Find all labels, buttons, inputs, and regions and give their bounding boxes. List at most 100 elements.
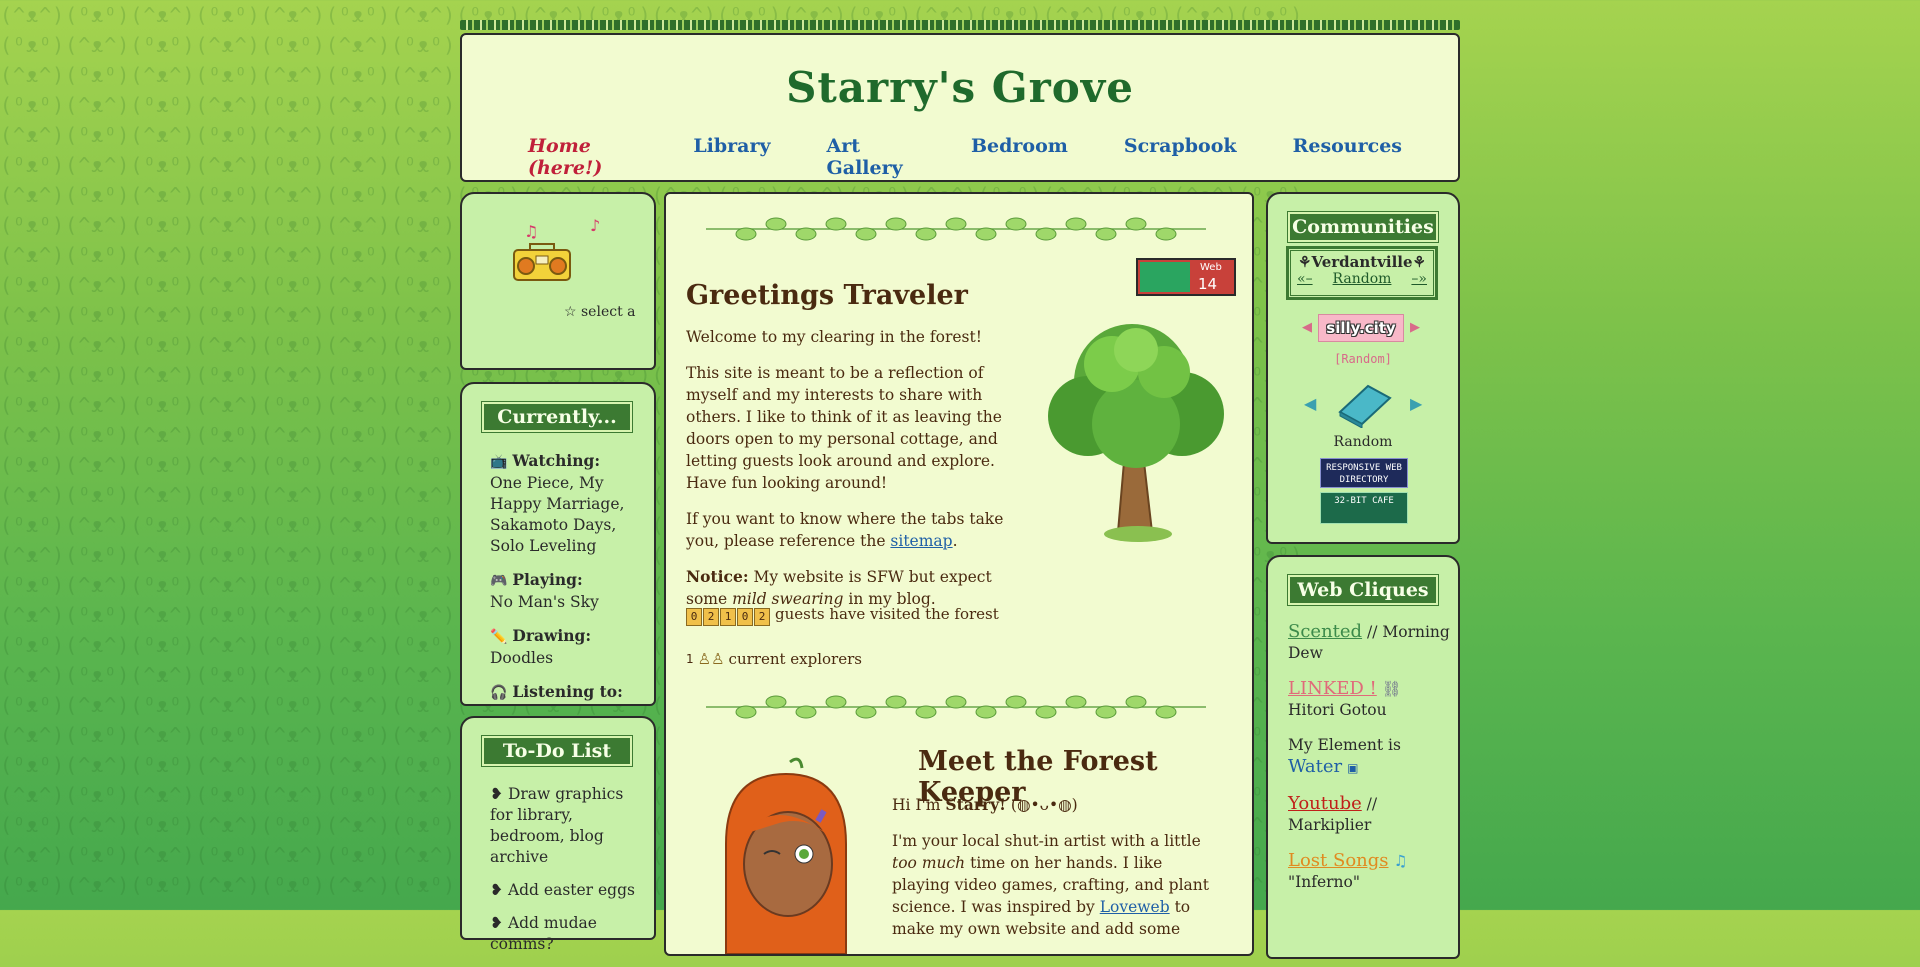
clique-item: LINKED ! ⛓ Hitori Gotou	[1288, 678, 1402, 719]
todo-title: To-Do List	[482, 736, 632, 766]
silly-city-button[interactable]: silly.city	[1318, 314, 1404, 342]
webbadge-number: 14	[1198, 275, 1218, 293]
explorer-text: current explorers	[728, 650, 862, 668]
greeting-p3: If you want to know where the tabs take …	[686, 510, 1004, 550]
music-select-text: ☆ select a	[564, 304, 636, 320]
nav-resources[interactable]: Resources	[1293, 135, 1402, 179]
pencil-icon: ✏️	[490, 629, 508, 645]
visitor-counter: 0 2 1 0 2 guests have visited the forest	[686, 602, 999, 626]
clique-linked-link[interactable]: LINKED !	[1288, 678, 1377, 699]
visitor-text: guests have visited the forest	[775, 605, 999, 623]
listening-label: Listening to:	[512, 682, 623, 701]
music-note-icon: ♫	[1393, 852, 1408, 870]
explorers-counter: 1 ♙♙ current explorers	[686, 650, 862, 668]
keeper-p2: I'm your local shut-in artist with a lit…	[892, 832, 1209, 938]
water-icon: ▣	[1347, 761, 1359, 775]
site-container: Starry's Grove Home (here!) Library Art …	[460, 0, 1460, 959]
loveweb-link[interactable]: Loveweb	[1100, 898, 1170, 916]
visitor-digits: 0 2 1 0 2	[686, 602, 771, 626]
currently-panel: Currently... 📺 Watching: One Piece, My H…	[460, 382, 656, 706]
drawing-value: Doodles	[490, 649, 554, 667]
currently-drawing: ✏️ Drawing: Doodles	[490, 625, 650, 669]
silly-next-icon[interactable]: ▶	[1410, 320, 1420, 335]
keeper-text: Hi I'm Starry! (◍•ᴗ•◍) I'm your local sh…	[892, 794, 1222, 954]
book-prev-icon[interactable]: ◀	[1304, 394, 1316, 413]
forest-keeper-avatar	[725, 757, 847, 954]
clique-item: Youtube // Markiplier	[1288, 793, 1378, 834]
site-title: Starry's Grove	[786, 63, 1134, 112]
nav-scrapbook[interactable]: Scrapbook	[1124, 135, 1237, 179]
silly-random-link[interactable]: [Random]	[1268, 352, 1458, 366]
verdantville-random[interactable]: Random	[1333, 271, 1392, 287]
responsive-web-directory-button[interactable]: RESPONSIVE WEB DIRECTORY	[1320, 458, 1408, 488]
clique-youtube-link[interactable]: Youtube	[1288, 793, 1362, 814]
nav-bedroom[interactable]: Bedroom	[971, 135, 1068, 179]
32bit-cafe-button[interactable]: 32-BIT CAFE	[1320, 492, 1408, 524]
clique-item: My Element is Water ▣	[1288, 736, 1401, 777]
web-cliques-panel: Web Cliques Scented // Morning Dew LINKE…	[1266, 555, 1460, 959]
greeting-p2: This site is meant to be a reflection of…	[686, 364, 1002, 492]
site-header: Starry's Grove Home (here!) Library Art …	[460, 33, 1460, 182]
todo-list: ❥ Draw graphics for library, bedroom, bl…	[490, 784, 645, 967]
boombox-icon[interactable]	[512, 242, 572, 282]
clique-item: Scented // Morning Dew	[1288, 621, 1450, 662]
book-random-link[interactable]: Random	[1268, 434, 1458, 450]
leaf-vine-divider	[706, 695, 1206, 719]
clique-scented-link[interactable]: Scented	[1288, 621, 1362, 642]
book-next-icon[interactable]: ▶	[1410, 394, 1422, 413]
music-note-icon: ♫	[524, 222, 539, 241]
explorer-icons: ♙♙	[697, 650, 725, 668]
verdantville-next[interactable]: –»	[1411, 271, 1427, 287]
watching-value: One Piece, My Happy Marriage, Sakamoto D…	[490, 474, 625, 555]
cliques-list: Scented // Morning Dew LINKED ! ⛓ Hitori…	[1288, 621, 1453, 907]
music-player-panel: ♫ ♪ ♪ ☆ select a	[460, 192, 656, 370]
todo-item: ❥ Add easter eggs	[490, 881, 635, 899]
bullet-icon: ❥	[490, 785, 503, 803]
counter-digit: 0	[737, 608, 753, 626]
webring-badge[interactable]: Web 14	[1136, 258, 1236, 296]
character-avatar-icon	[1140, 262, 1190, 292]
gamepad-icon: 🎮	[490, 573, 508, 589]
clique-lost-songs-link[interactable]: Lost Songs	[1288, 850, 1389, 871]
currently-list: 📺 Watching: One Piece, My Happy Marriage…	[490, 450, 650, 716]
bullet-icon: ❥	[490, 881, 503, 899]
communities-panel: Communities ⚘Verdantville⚘ «– Random –» …	[1266, 192, 1460, 544]
nav-home[interactable]: Home (here!)	[528, 135, 637, 179]
leaf-vine-divider	[706, 217, 1206, 241]
headphones-icon: 🎧	[490, 685, 508, 701]
todo-item: ❥ Add mudae comms?	[490, 914, 597, 953]
book-icon[interactable]	[1334, 382, 1394, 428]
currently-title: Currently...	[482, 402, 632, 432]
nav-library[interactable]: Library	[693, 135, 770, 179]
counter-digit: 2	[703, 608, 719, 626]
greeting-p1: Welcome to my clearing in the forest!	[686, 328, 982, 346]
currently-watching: 📺 Watching: One Piece, My Happy Marriage…	[490, 450, 650, 557]
currently-playing: 🎮 Playing: No Man's Sky	[490, 569, 650, 613]
watching-label: Watching:	[512, 451, 601, 470]
cliques-title: Web Cliques	[1288, 575, 1438, 605]
playing-label: Playing:	[512, 570, 583, 589]
currently-listening: 🎧 Listening to:	[490, 681, 650, 704]
music-note-icon: ♪	[590, 216, 601, 235]
counter-digit: 2	[754, 608, 770, 626]
explorer-count: 1	[686, 652, 694, 666]
sitemap-link[interactable]: sitemap	[890, 532, 952, 550]
nav-art-gallery[interactable]: Art Gallery	[827, 135, 915, 179]
bullet-icon: ❥	[490, 914, 503, 932]
todo-item: ❥ Draw graphics for library, bedroom, bl…	[490, 785, 624, 866]
paperclip-icon: ⛓	[1381, 680, 1402, 698]
decorative-border	[460, 20, 1460, 30]
playing-value: No Man's Sky	[490, 593, 599, 611]
webbadge-label: Web	[1200, 262, 1222, 273]
main-content: Web 14 Greetings Traveler Welcome to my …	[664, 192, 1254, 956]
clique-item: Lost Songs ♫ "Inferno"	[1288, 850, 1408, 891]
keeper-intro: Hi I'm Starry! (◍•ᴗ•◍)	[892, 795, 1078, 814]
communities-title: Communities	[1288, 212, 1438, 242]
greeting-text: Welcome to my clearing in the forest! Th…	[686, 326, 1026, 624]
silly-prev-icon[interactable]: ◀	[1302, 320, 1312, 335]
verdantville-nav: «– Random –»	[1291, 271, 1433, 287]
counter-digit: 0	[686, 608, 702, 626]
verdantville-prev[interactable]: «–	[1297, 271, 1313, 287]
verdantville-title: ⚘Verdantville⚘	[1298, 253, 1426, 271]
clique-water-link[interactable]: Water	[1288, 756, 1342, 777]
